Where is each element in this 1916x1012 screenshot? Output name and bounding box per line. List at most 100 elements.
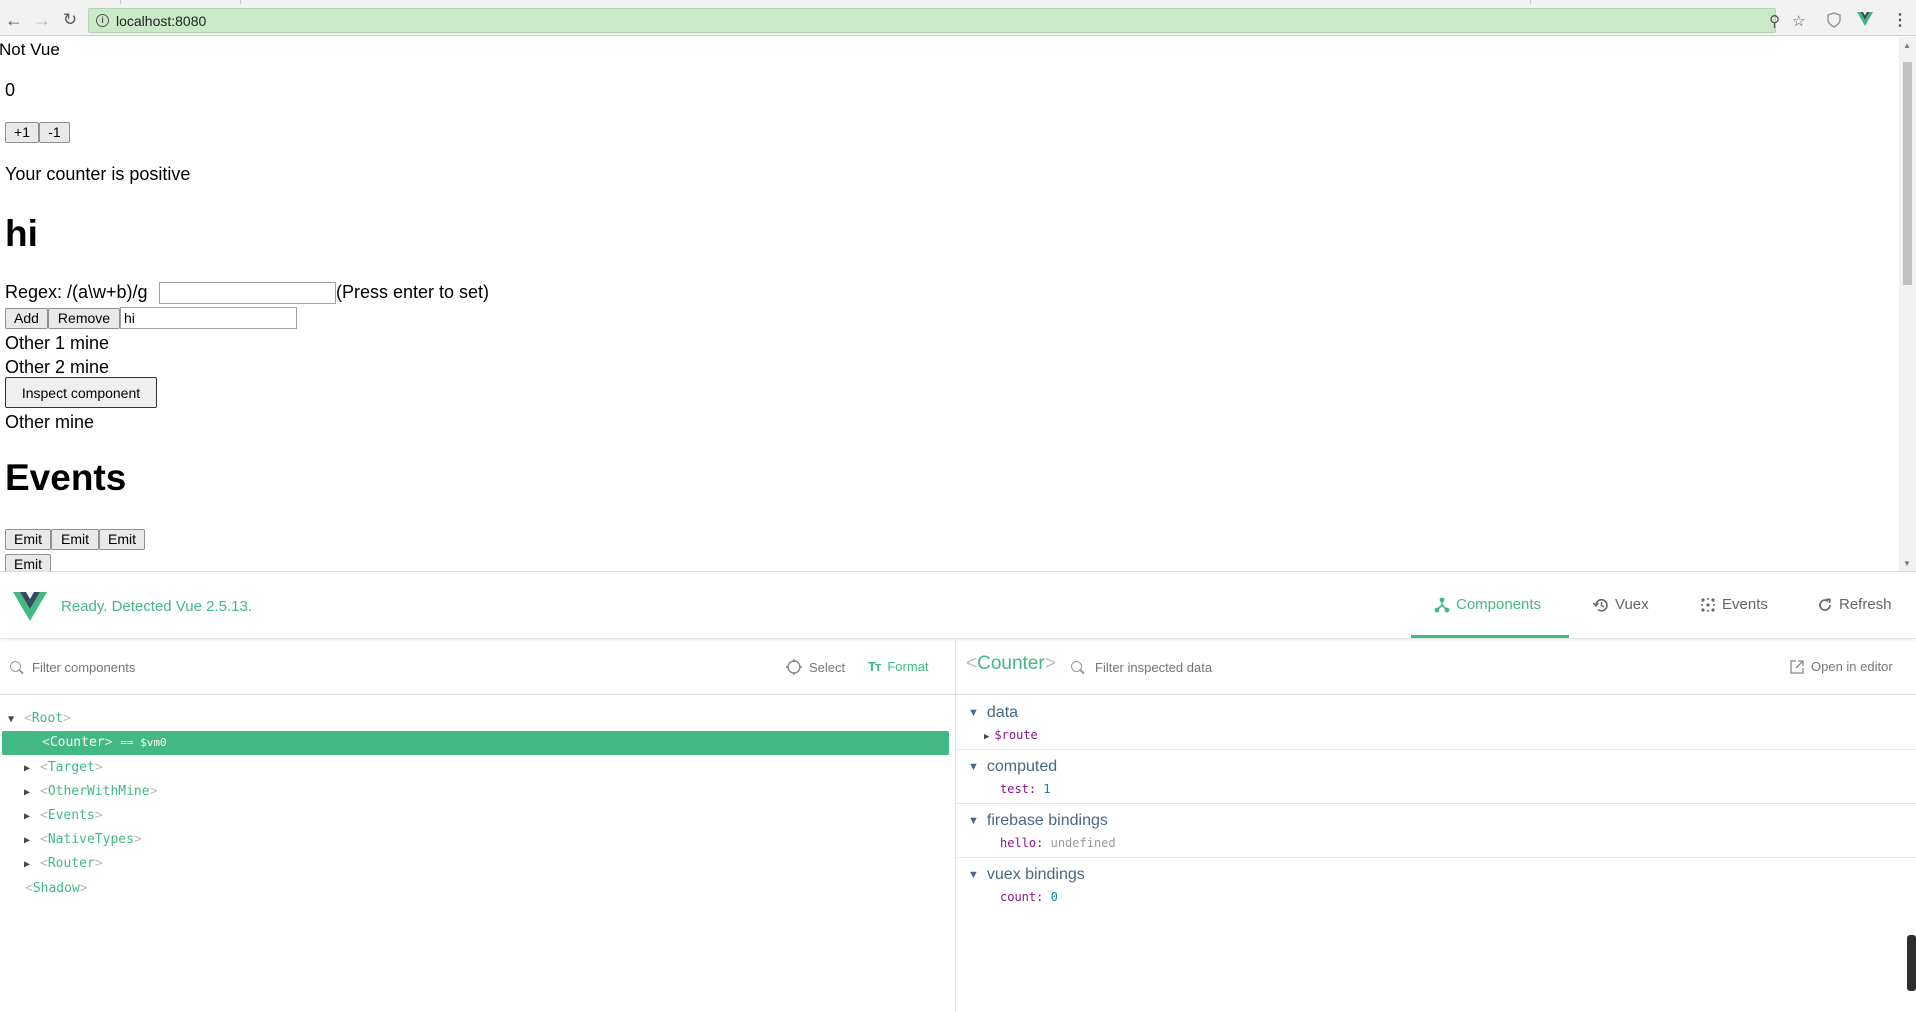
caret-right-icon[interactable]: ▶: [24, 805, 40, 829]
tab-label: Events: [1722, 596, 1768, 613]
open-in-editor-label: Open in editor: [1811, 659, 1893, 674]
scrollbar-thumb[interactable]: [1903, 62, 1912, 285]
regex-input[interactable]: [159, 282, 336, 304]
search-icon: [1071, 661, 1082, 672]
refresh-icon: [1819, 597, 1831, 611]
list-item: Other 2 mine: [5, 357, 110, 377]
tree-node-otherwithmine[interactable]: ▶ <OtherWithMine>: [24, 780, 157, 804]
scroll-down-icon[interactable]: ▼: [1903, 559, 1911, 568]
increment-button[interactable]: +1: [5, 122, 39, 143]
caret-right-icon[interactable]: ▶: [24, 781, 40, 805]
section-firebase-bindings: ▼ firebase bindings hello: undefined: [956, 804, 1916, 858]
prop-row[interactable]: hello: undefined: [1000, 836, 1116, 850]
counter-status: Your counter is positive: [5, 164, 191, 184]
caret-right-icon[interactable]: ▶: [24, 853, 40, 877]
info-icon[interactable]: i: [96, 14, 109, 27]
filter-components-input[interactable]: [30, 655, 730, 679]
caret-right-icon[interactable]: ▶: [24, 829, 40, 853]
emit-button[interactable]: Emit: [99, 529, 145, 550]
prop-row[interactable]: test: 1: [1000, 782, 1051, 796]
components-filter-bar: Select Tт Format: [0, 639, 955, 695]
tree-node-target[interactable]: ▶ <Target>: [24, 756, 103, 780]
vue-devtools-panel: Ready. Detected Vue 2.5.13. Components V…: [0, 571, 1916, 1012]
regex-label: Regex: /(a\w+b)/g: [5, 282, 148, 302]
star-icon[interactable]: ☆: [1792, 12, 1805, 30]
tree-node-shadow[interactable]: <Shadow>: [25, 877, 88, 901]
vue-devtools-extension-icon[interactable]: [1857, 12, 1873, 26]
section-toggle[interactable]: ▼ firebase bindings: [968, 812, 1108, 830]
tree-node-counter-selected[interactable]: <Counter> == $vm0: [2, 731, 949, 755]
page-title-fragment: Not Vue: [0, 40, 60, 59]
events-icon: [1701, 597, 1715, 612]
select-button[interactable]: Select: [786, 659, 845, 675]
open-in-editor-button[interactable]: Open in editor: [1790, 659, 1893, 674]
section-data: ▼ data ▶ $route: [956, 696, 1916, 750]
section-vuex-bindings: ▼ vuex bindings count: 0: [956, 858, 1916, 912]
filter-inspected-data-input[interactable]: [1093, 655, 1593, 679]
prop-value: 0: [1050, 890, 1058, 904]
url-text: localhost:8080: [116, 13, 207, 29]
decrement-button[interactable]: -1: [39, 122, 70, 143]
caret-down-icon: ▼: [968, 707, 979, 719]
emit-button[interactable]: Emit: [5, 529, 51, 550]
regex-hint: (Press enter to set): [336, 282, 490, 302]
tree-node-nativetypes[interactable]: ▶ <NativeTypes>: [24, 828, 142, 852]
prop-key: count:: [1000, 890, 1044, 904]
scroll-up-icon[interactable]: ▲: [1903, 41, 1911, 50]
components-pane: Select Tт Format ▼<Root> <Counter> == $v…: [0, 639, 956, 1012]
prop-key: hello:: [1000, 836, 1044, 850]
shield-extension-icon[interactable]: [1826, 12, 1842, 28]
tab-components[interactable]: Components: [1434, 596, 1541, 613]
events-heading: Events: [5, 457, 127, 498]
prop-value: 1: [1043, 782, 1051, 796]
section-toggle[interactable]: ▼ vuex bindings: [968, 866, 1085, 884]
forward-icon[interactable]: →: [30, 8, 54, 32]
tab-vuex[interactable]: Vuex: [1592, 596, 1649, 613]
section-toggle[interactable]: ▼ computed: [968, 758, 1057, 776]
vue-logo-icon: [13, 592, 47, 621]
caret-down-icon: ▼: [968, 761, 979, 773]
tab-refresh[interactable]: Refresh: [1817, 596, 1892, 613]
active-tab-indicator: [1411, 635, 1569, 638]
add-button[interactable]: Add: [5, 308, 48, 329]
caret-down-icon[interactable]: ▼: [8, 708, 24, 732]
address-bar[interactable]: i localhost:8080 ⚲ ☆: [88, 8, 1805, 33]
tree-node-events[interactable]: ▶ <Events>: [24, 804, 103, 828]
tab-label: Components: [1456, 596, 1542, 613]
caret-right-icon[interactable]: ▶: [984, 732, 989, 742]
format-label: Format: [887, 659, 929, 674]
section-toggle[interactable]: ▼ data: [968, 704, 1018, 722]
tab-label: Refresh: [1839, 596, 1892, 613]
devtools-header: Ready. Detected Vue 2.5.13. Components V…: [0, 572, 1916, 639]
format-button[interactable]: Tт Format: [868, 659, 928, 674]
prop-key: test:: [1000, 782, 1037, 796]
zoom-icon[interactable]: ⚲: [1769, 12, 1780, 30]
inspect-component-button[interactable]: Inspect component: [5, 377, 157, 408]
menu-icon[interactable]: ⋮: [1888, 8, 1912, 32]
vm-ref: == $vm0: [120, 736, 167, 749]
remove-button[interactable]: Remove: [48, 308, 120, 329]
prop-row[interactable]: ▶ $route: [984, 728, 1038, 742]
prop-key: $route: [994, 728, 1038, 742]
emit-button[interactable]: Emit: [51, 529, 99, 550]
tree-node-router[interactable]: ▶ <Router>: [24, 852, 103, 876]
tab-label: Vuex: [1615, 596, 1649, 613]
page-scrollbar[interactable]: ▲ ▼: [1899, 37, 1916, 571]
prop-row[interactable]: count: 0: [1000, 890, 1058, 904]
target-icon: [786, 659, 802, 675]
other-mine-text: Other mine: [5, 412, 95, 432]
browser-toolbar: ← → ↻ i localhost:8080 ⚲ ☆ ⋮: [0, 4, 1916, 36]
tab-events[interactable]: Events: [1700, 596, 1768, 613]
reload-icon[interactable]: ↻: [58, 8, 82, 32]
select-label: Select: [809, 659, 846, 675]
list-item: Other 1 mine: [5, 333, 110, 353]
page-viewport: Not Vue 0 +1 -1 Your counter is positive…: [0, 37, 1916, 571]
side-widget[interactable]: [1907, 935, 1916, 991]
devtools-status: Ready. Detected Vue 2.5.13.: [61, 598, 252, 615]
item-input[interactable]: [120, 307, 297, 329]
heading-hi: hi: [5, 213, 38, 254]
tree-node-root[interactable]: ▼ <Root>: [8, 707, 71, 731]
emit-button[interactable]: Emit: [5, 554, 51, 571]
back-icon[interactable]: ←: [2, 8, 26, 32]
caret-right-icon[interactable]: ▶: [24, 757, 40, 781]
